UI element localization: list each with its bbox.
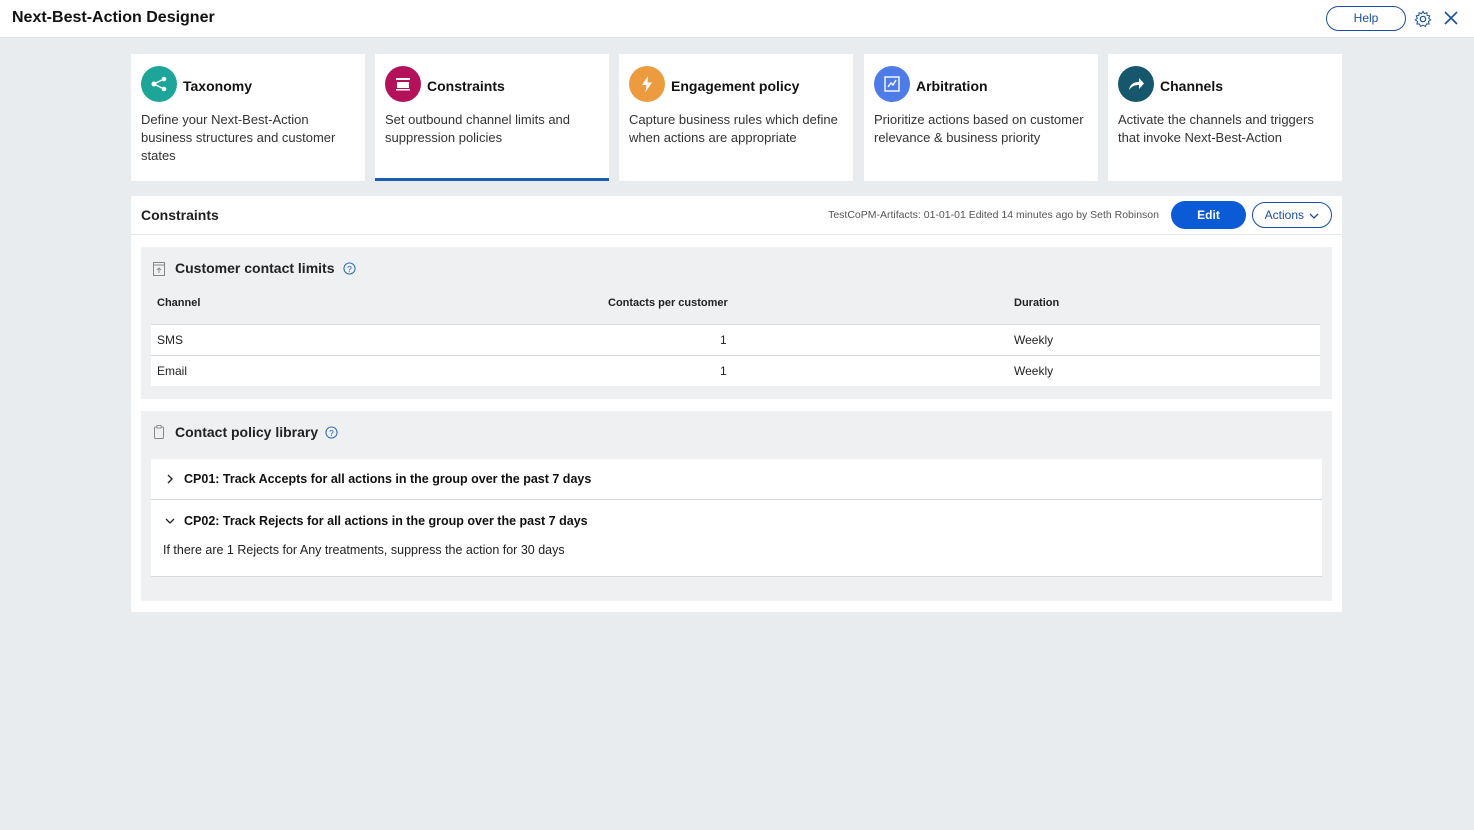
edit-metadata: TestCoPM-Artifacts: 01-01-01 Edited 14 m… [828, 209, 1159, 221]
table-row: Email 1 Weekly [151, 355, 1320, 386]
policy-title: CP01: Track Accepts for all actions in t… [184, 472, 592, 486]
card-arbitration[interactable]: Arbitration Prioritize actions based on … [864, 54, 1098, 181]
policy-item-cp01[interactable]: CP01: Track Accepts for all actions in t… [151, 459, 1322, 500]
clipboard-icon [154, 425, 164, 439]
table-row: SMS 1 Weekly [151, 324, 1320, 355]
column-header-duration: Duration [1014, 297, 1060, 309]
cell-channel: SMS [157, 333, 184, 347]
column-header-contacts: Contacts per customer [608, 297, 728, 309]
card-description: Prioritize actions based on customer rel… [874, 112, 1084, 145]
panel-header: Constraints TestCoPM-Artifacts: 01-01-01… [131, 196, 1342, 235]
column-header-channel: Channel [157, 297, 201, 309]
cell-channel: Email [157, 364, 188, 378]
taxonomy-icon [141, 66, 177, 102]
section-title: Contact policy library [175, 424, 319, 440]
actions-dropdown-button[interactable]: Actions [1252, 202, 1332, 228]
close-icon[interactable] [1443, 10, 1459, 26]
card-title: Channels [1160, 78, 1224, 94]
help-question-icon[interactable]: ? [325, 426, 338, 439]
panel-title: Constraints [141, 207, 219, 223]
contact-policy-library-section: Contact policy library ? CP01: Track Acc… [141, 411, 1332, 601]
card-engagement-policy[interactable]: Engagement policy Capture business rules… [619, 54, 853, 181]
constraints-panel: Constraints TestCoPM-Artifacts: 01-01-01… [131, 196, 1342, 612]
svg-text:?: ? [347, 264, 352, 274]
customer-contact-limits-section: Customer contact limits ? Channel Contac… [141, 247, 1332, 399]
card-title: Arbitration [916, 78, 988, 94]
app-title: Next-Best-Action Designer [12, 9, 215, 26]
card-description: Capture business rules which define when… [629, 112, 838, 145]
arbitration-icon [874, 66, 910, 102]
actions-label: Actions [1264, 208, 1304, 222]
cell-duration: Weekly [1014, 364, 1054, 378]
app-header: Next-Best-Action Designer Help [0, 0, 1474, 38]
cell-contacts: 1 [720, 364, 727, 378]
card-title: Engagement policy [671, 78, 800, 94]
card-description: Activate the channels and triggers that … [1118, 112, 1314, 145]
section-title: Customer contact limits [175, 260, 335, 276]
card-description: Set outbound channel limits and suppress… [385, 112, 571, 145]
share-arrow-icon [1118, 66, 1154, 102]
help-question-icon[interactable]: ? [343, 262, 356, 275]
cell-duration: Weekly [1014, 333, 1054, 347]
card-description: Define your Next-Best-Action business st… [141, 112, 336, 163]
edit-button[interactable]: Edit [1171, 201, 1246, 229]
policy-item-cp02[interactable]: CP02: Track Rejects for all actions in t… [151, 500, 1322, 577]
lightning-icon [629, 66, 665, 102]
card-channels[interactable]: Channels Activate the channels and trigg… [1108, 54, 1342, 181]
card-taxonomy[interactable]: Taxonomy Define your Next-Best-Action bu… [131, 54, 365, 181]
policy-title: CP02: Track Rejects for all actions in t… [184, 514, 588, 528]
chevron-down-icon[interactable] [165, 516, 175, 526]
help-button[interactable]: Help [1326, 6, 1406, 31]
cell-contacts: 1 [720, 333, 727, 347]
card-title: Taxonomy [183, 78, 252, 94]
card-constraints[interactable]: Constraints Set outbound channel limits … [375, 54, 609, 181]
svg-text:?: ? [329, 428, 334, 438]
archive-icon [153, 262, 165, 276]
chevron-right-icon[interactable] [165, 474, 175, 484]
gear-icon[interactable] [1414, 10, 1432, 28]
constraints-icon [385, 66, 421, 102]
chevron-down-icon [1309, 213, 1319, 219]
policy-description: If there are 1 Rejects for Any treatment… [163, 543, 565, 557]
card-title: Constraints [427, 78, 505, 94]
